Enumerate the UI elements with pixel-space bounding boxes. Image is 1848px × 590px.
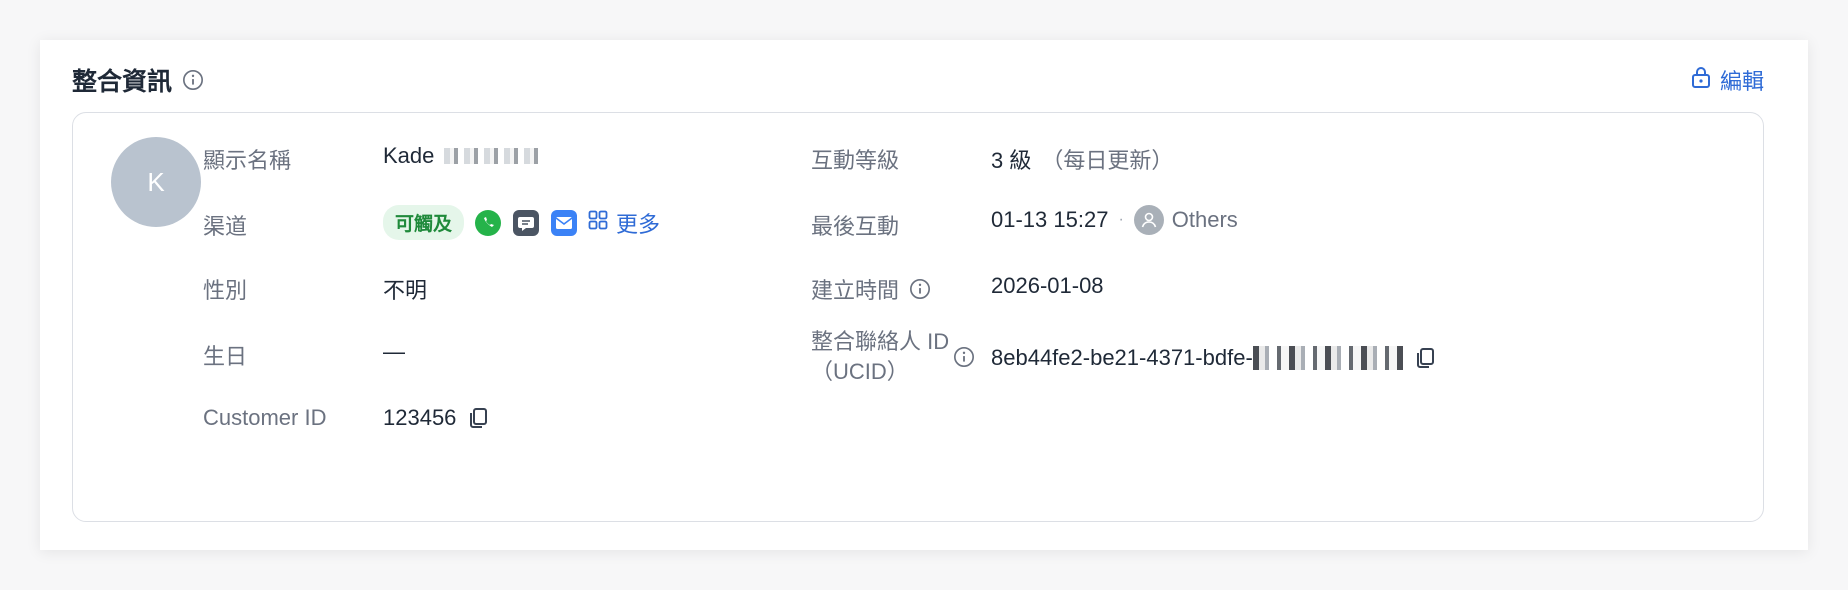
profile-card: K 顯示名稱 Kade 渠道 可觸及 更多 性別 不明 生日 — Custome… — [72, 112, 1764, 522]
display-name-value: Kade — [383, 143, 541, 169]
gender-value-text: 不明 — [383, 278, 428, 303]
ucid-value: 8eb44fe2-be21-4371-bdfe- — [991, 345, 1437, 371]
gender-label: 性別 — [203, 273, 247, 305]
last-interaction-user: Others — [1133, 205, 1238, 235]
interaction-level-note: （每日更新） — [1041, 148, 1174, 173]
customer-id-label: Customer ID — [203, 405, 326, 431]
ucid-label-line1: 整合聯絡人 ID — [811, 329, 950, 354]
interaction-level-text: 3 級 — [991, 148, 1032, 173]
created-info-icon[interactable] — [909, 278, 931, 300]
panel-title-wrap: 整合資訊 — [72, 62, 204, 98]
created-time-label: 建立時間 — [811, 273, 931, 305]
birthday-value: — — [383, 339, 405, 365]
copy-ucid-icon[interactable] — [1413, 346, 1437, 370]
more-label: 更多 — [616, 211, 661, 237]
interaction-level-value: 3 級 （每日更新） — [991, 143, 1173, 175]
last-interaction-label: 最後互動 — [811, 209, 899, 241]
ucid-label-line2: （UCID） — [811, 359, 909, 384]
birthday-value-text: — — [383, 339, 405, 364]
last-interaction-value: 01-13 15:27 · Others — [991, 205, 1238, 235]
redacted-name — [444, 148, 541, 164]
separator-dot: · — [1118, 211, 1124, 228]
integrated-info-panel: 整合資訊 編輯 K 顯示名稱 Kade 渠道 可觸及 更多 性別 不明 生日 —… — [40, 40, 1808, 550]
display-name-text: Kade — [383, 143, 435, 168]
created-time-label-text: 建立時間 — [811, 278, 900, 303]
edit-label: 編輯 — [1719, 69, 1764, 94]
user-avatar-icon — [1133, 205, 1164, 235]
reachable-badge: 可觸及 — [383, 205, 465, 240]
sms-icon[interactable] — [512, 209, 540, 237]
last-interaction-user-name: Others — [1171, 207, 1238, 232]
last-interaction-time: 01-13 15:27 — [991, 207, 1109, 232]
lock-icon — [1690, 65, 1712, 95]
grid-icon — [588, 210, 608, 236]
created-time-text: 2026-01-08 — [991, 273, 1104, 298]
copy-icon[interactable] — [466, 406, 490, 430]
edit-button[interactable]: 編輯 — [1690, 64, 1764, 96]
ucid-info-icon[interactable] — [953, 346, 975, 368]
customer-id-value: 123456 — [383, 405, 490, 431]
birthday-label: 生日 — [203, 339, 247, 371]
gender-value: 不明 — [383, 273, 427, 305]
channel-value: 可觸及 更多 — [383, 205, 660, 240]
ucid-label: 整合聯絡人 ID （UCID） — [811, 327, 949, 387]
created-time-value: 2026-01-08 — [991, 273, 1104, 299]
channel-label: 渠道 — [203, 209, 247, 241]
more-channels-link[interactable]: 更多 — [588, 207, 660, 239]
whatsapp-icon[interactable] — [474, 209, 502, 237]
panel-header: 整合資訊 編輯 — [72, 62, 1764, 98]
birthday-label-text: 生日 — [203, 344, 248, 369]
redacted-ucid — [1252, 346, 1403, 370]
panel-title: 整合資訊 — [72, 68, 173, 96]
ucid-value-text: 8eb44fe2-be21-4371-bdfe- — [991, 345, 1253, 370]
customer-id-label-text: Customer ID — [203, 405, 327, 430]
channel-label-text: 渠道 — [203, 214, 248, 239]
display-name-label: 顯示名稱 — [203, 143, 291, 175]
customer-id-value-text: 123456 — [383, 405, 457, 430]
gender-label-text: 性別 — [203, 278, 248, 303]
avatar-initial: K — [147, 166, 165, 197]
contact-avatar: K — [111, 137, 201, 227]
info-icon[interactable] — [182, 69, 204, 91]
interaction-level-label-text: 互動等級 — [811, 148, 900, 173]
display-name-label-text: 顯示名稱 — [203, 148, 292, 173]
interaction-level-label: 互動等級 — [811, 143, 899, 175]
email-icon[interactable] — [550, 209, 578, 237]
last-interaction-label-text: 最後互動 — [811, 214, 900, 239]
